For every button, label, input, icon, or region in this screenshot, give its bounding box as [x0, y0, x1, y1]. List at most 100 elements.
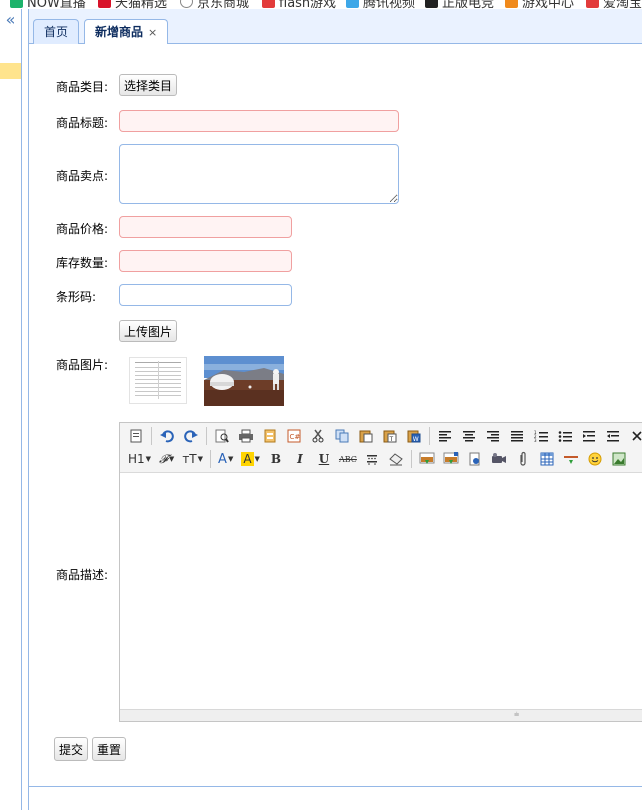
italic-button[interactable]: I	[290, 449, 310, 469]
emoticon-icon[interactable]	[585, 449, 605, 469]
barcode-input[interactable]	[119, 284, 292, 306]
reset-button[interactable]: 重置	[92, 737, 126, 761]
insert-image-icon[interactable]	[417, 449, 437, 469]
panel-bottom-border	[28, 786, 642, 787]
selling-point-label: 商品卖点:	[56, 169, 109, 183]
toolbar-separator	[429, 427, 430, 445]
tab-add-product[interactable]: 新增商品 ×	[84, 19, 169, 45]
bookmark-esports[interactable]: 正版电竞	[425, 0, 494, 9]
attachment-icon[interactable]	[513, 449, 533, 469]
chevron-down-icon: ▼	[197, 455, 204, 463]
redo-icon[interactable]	[181, 426, 201, 446]
media-icon[interactable]	[489, 449, 509, 469]
tmall-icon	[98, 0, 111, 8]
paste-plain-icon[interactable]: T	[380, 426, 400, 446]
resize-grip-icon[interactable]: ⩧	[514, 711, 519, 720]
paste-word-icon[interactable]: W	[404, 426, 424, 446]
product-image-thumbnail-document[interactable]	[129, 357, 187, 404]
outdent-icon[interactable]	[603, 426, 623, 446]
flash-games-icon	[262, 0, 275, 8]
unordered-list-icon[interactable]	[555, 426, 575, 446]
align-right-icon[interactable]	[483, 426, 503, 446]
price-label: 商品价格:	[56, 222, 109, 236]
editor-resize-bar[interactable]: ⩧	[120, 709, 642, 721]
bold-button[interactable]: B	[266, 449, 286, 469]
tab-home[interactable]: 首页	[33, 19, 80, 44]
sidebar-active-item[interactable]	[0, 63, 21, 79]
font-color-button[interactable]: A ▼	[216, 449, 235, 469]
eraser-icon[interactable]	[386, 449, 406, 469]
table-icon[interactable]	[537, 449, 557, 469]
align-justify-icon[interactable]	[507, 426, 527, 446]
code-icon[interactable]: C#	[284, 426, 304, 446]
toolbar-separator	[210, 450, 212, 468]
chevron-down-icon: ▼	[168, 455, 175, 463]
ai-taobao-icon	[586, 0, 599, 8]
font-size-dropdown[interactable]: тT ▼	[180, 449, 205, 469]
image-manager-icon[interactable]	[609, 449, 629, 469]
copy-icon[interactable]	[332, 426, 352, 446]
collapse-sidebar-icon[interactable]: «	[0, 9, 21, 31]
description-label: 商品描述:	[56, 568, 109, 582]
preview-icon[interactable]	[212, 426, 232, 446]
indent-icon[interactable]	[579, 426, 599, 446]
svg-text:T: T	[389, 436, 394, 443]
stock-input[interactable]	[119, 250, 292, 272]
bookmark-tencent-video[interactable]: 腾讯视频	[346, 0, 415, 9]
editor-toolbar-row-1: C# T W 123	[126, 425, 642, 447]
submit-button[interactable]: 提交	[54, 737, 88, 761]
line-height-icon[interactable]	[362, 449, 382, 469]
template-icon[interactable]	[260, 426, 280, 446]
insert-multi-image-icon[interactable]	[441, 449, 461, 469]
cut-icon[interactable]	[308, 426, 328, 446]
sidebar	[0, 9, 22, 810]
align-left-icon[interactable]	[435, 426, 455, 446]
editor-content-area[interactable]	[120, 473, 642, 711]
toolbar-separator	[410, 450, 412, 468]
paste-icon[interactable]	[356, 426, 376, 446]
esports-icon	[425, 0, 438, 8]
barcode-label: 条形码:	[56, 290, 97, 304]
bookmark-now-live[interactable]: NOW直播	[10, 0, 86, 9]
horizontal-rule-icon[interactable]	[561, 449, 581, 469]
product-image-thumbnail-photo[interactable]	[204, 356, 284, 406]
bookmark-flash-games[interactable]: flash游戏	[262, 0, 336, 9]
bookmark-ai-taobao[interactable]: 爱淘宝	[586, 0, 642, 9]
undo-icon[interactable]	[157, 426, 177, 446]
toolbar-separator	[206, 427, 207, 445]
svg-text:3: 3	[534, 438, 537, 442]
selling-point-textarea[interactable]	[119, 144, 399, 204]
upload-image-button[interactable]: 上传图片	[119, 320, 177, 342]
strikethrough-button[interactable]: ABC	[338, 449, 358, 469]
toolbar-separator	[151, 427, 152, 445]
title-input[interactable]	[119, 110, 399, 132]
tabs-header: 首页 新增商品 ×	[29, 9, 642, 45]
highlight-color-button[interactable]: A ▼	[239, 449, 262, 469]
ordered-list-icon[interactable]: 123	[531, 426, 551, 446]
editor-toolbar-row-2: H1 ▼ 𝓕 ▼ тT ▼ A ▼ A ▼ B I U ABC	[126, 448, 633, 470]
print-icon[interactable]	[236, 426, 256, 446]
close-icon[interactable]	[627, 426, 642, 446]
underline-button[interactable]: U	[314, 449, 334, 469]
font-family-dropdown[interactable]: 𝓕 ▼	[157, 449, 176, 469]
bookmark-game-center[interactable]: 游戏中心	[505, 0, 574, 9]
chevron-down-icon: ▼	[254, 455, 260, 463]
stock-label: 库存数量:	[56, 256, 109, 270]
heading-dropdown[interactable]: H1 ▼	[126, 449, 153, 469]
now-live-icon	[10, 0, 23, 8]
bookmark-tmall[interactable]: 天猫精选	[98, 0, 167, 9]
chevron-down-icon: ▼	[145, 455, 152, 463]
bookmark-jd[interactable]: 京东商城	[180, 0, 249, 9]
tab-close-icon[interactable]: ×	[148, 26, 157, 39]
align-center-icon[interactable]	[459, 426, 479, 446]
category-label: 商品类目:	[56, 80, 109, 94]
chevron-down-icon: ▼	[227, 455, 234, 463]
globe-icon	[180, 0, 193, 8]
images-label: 商品图片:	[56, 358, 109, 372]
tencent-video-icon	[346, 0, 359, 8]
select-category-button[interactable]: 选择类目	[119, 74, 177, 96]
bookmarks-bar: NOW直播 天猫精选 京东商城 flash游戏 腾讯视频 正版电竞 游戏中心 爱…	[0, 0, 642, 9]
source-icon[interactable]	[126, 426, 146, 446]
price-input[interactable]	[119, 216, 292, 238]
flash-icon[interactable]	[465, 449, 485, 469]
